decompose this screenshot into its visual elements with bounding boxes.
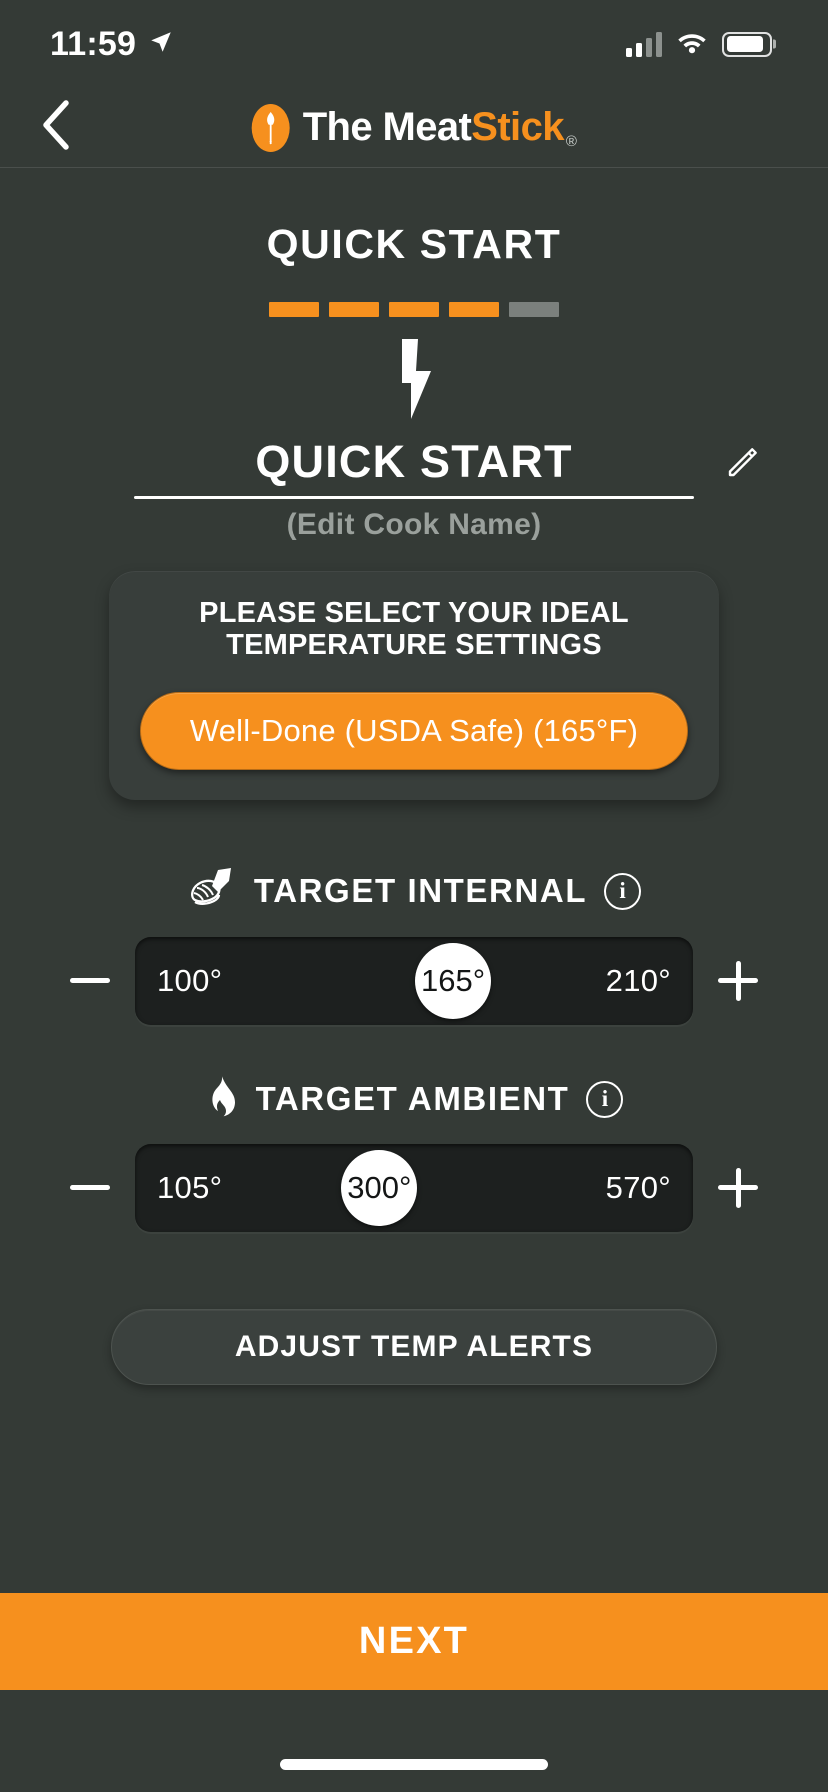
- target-ambient-decrement-button[interactable]: [67, 1165, 113, 1211]
- progress-step-4: [449, 302, 499, 317]
- status-time: 11:59: [50, 24, 137, 63]
- doneness-card-title: PLEASE SELECT YOUR IDEAL TEMPERATURE SET…: [199, 597, 629, 662]
- target-ambient-thumb[interactable]: 300°: [341, 1149, 418, 1226]
- meat-probe-logo-icon: [251, 103, 290, 152]
- progress-steps: [0, 302, 828, 317]
- mode-icon-wrap: [0, 339, 828, 424]
- target-internal-slider-row: 100° 210° 165°: [0, 936, 828, 1025]
- target-ambient-max: 570°: [605, 1169, 671, 1205]
- meat-probe-icon: [187, 866, 237, 917]
- target-internal-group: TARGET INTERNAL i 100° 210° 165°: [0, 866, 828, 1025]
- target-ambient-min: 105°: [157, 1169, 223, 1205]
- plus-icon: [715, 1165, 761, 1211]
- target-internal-slider[interactable]: 100° 210° 165°: [135, 936, 693, 1025]
- target-ambient-group: TARGET AMBIENT i 105° 570° 300°: [0, 1075, 828, 1232]
- brand-prefix: The Meat: [302, 105, 472, 149]
- app-screen: 11:59 The MeatStick ® QUICK START QUICK …: [0, 0, 828, 1792]
- brand-registered-mark: ®: [565, 133, 577, 150]
- target-ambient-increment-button[interactable]: [715, 1165, 761, 1211]
- target-ambient-slider-row: 105° 570° 300°: [0, 1143, 828, 1232]
- target-internal-decrement-button[interactable]: [67, 958, 113, 1004]
- status-indicators: [626, 30, 772, 59]
- page-title: QUICK START: [266, 221, 562, 267]
- target-internal-label: TARGET INTERNAL: [253, 872, 588, 910]
- status-bar: 11:59: [0, 0, 828, 88]
- cellular-signal-icon: [626, 31, 662, 57]
- status-time-group: 11:59: [50, 25, 174, 64]
- target-internal-min: 100°: [157, 962, 223, 998]
- cook-name-value[interactable]: QUICK START: [255, 436, 572, 488]
- doneness-option-selected[interactable]: Well-Done (USDA Safe) (165°F): [140, 691, 688, 770]
- brand-text: The MeatStick ®: [303, 105, 577, 150]
- adjust-temp-alerts-button[interactable]: ADJUST TEMP ALERTS: [111, 1308, 717, 1385]
- plus-icon: [715, 958, 761, 1004]
- home-indicator[interactable]: [280, 1759, 548, 1770]
- target-internal-increment-button[interactable]: [715, 958, 761, 1004]
- minus-icon: [67, 958, 113, 1004]
- target-ambient-slider[interactable]: 105° 570° 300°: [135, 1143, 693, 1232]
- location-arrow-icon: [148, 25, 174, 64]
- target-ambient-header: TARGET AMBIENT i: [0, 1075, 828, 1124]
- chevron-left-icon: [38, 99, 72, 156]
- progress-step-5: [509, 302, 559, 317]
- nav-bar: The MeatStick ®: [0, 88, 828, 168]
- pencil-icon: [722, 440, 764, 487]
- progress-step-2: [329, 302, 379, 317]
- cook-name-underline: [134, 496, 694, 499]
- cook-name-row: QUICK START: [134, 436, 757, 488]
- edit-cook-name-button[interactable]: [720, 440, 766, 486]
- lightning-bolt-icon: [388, 339, 440, 424]
- brand-accent: Stick: [471, 105, 564, 149]
- back-button[interactable]: [18, 91, 92, 165]
- battery-icon: [722, 31, 772, 57]
- next-button-label: NEXT: [358, 1620, 470, 1662]
- next-button[interactable]: NEXT: [0, 1593, 828, 1690]
- progress-step-3: [389, 302, 439, 317]
- flame-icon: [205, 1075, 239, 1124]
- page-content: QUICK START QUICK START (Edit Cook Name)…: [0, 168, 828, 1792]
- brand-logo: The MeatStick ®: [251, 103, 577, 152]
- target-internal-header: TARGET INTERNAL i: [0, 866, 828, 917]
- target-internal-thumb[interactable]: 165°: [415, 942, 492, 1019]
- cook-name-hint: (Edit Cook Name): [286, 508, 542, 541]
- minus-icon: [67, 1165, 113, 1211]
- wifi-icon: [676, 30, 708, 59]
- target-internal-max: 210°: [605, 962, 671, 998]
- target-ambient-info-icon[interactable]: i: [586, 1080, 624, 1118]
- target-ambient-label: TARGET AMBIENT: [255, 1080, 570, 1118]
- target-internal-info-icon[interactable]: i: [604, 872, 642, 910]
- progress-step-1: [269, 302, 319, 317]
- doneness-card: PLEASE SELECT YOUR IDEAL TEMPERATURE SET…: [109, 571, 719, 800]
